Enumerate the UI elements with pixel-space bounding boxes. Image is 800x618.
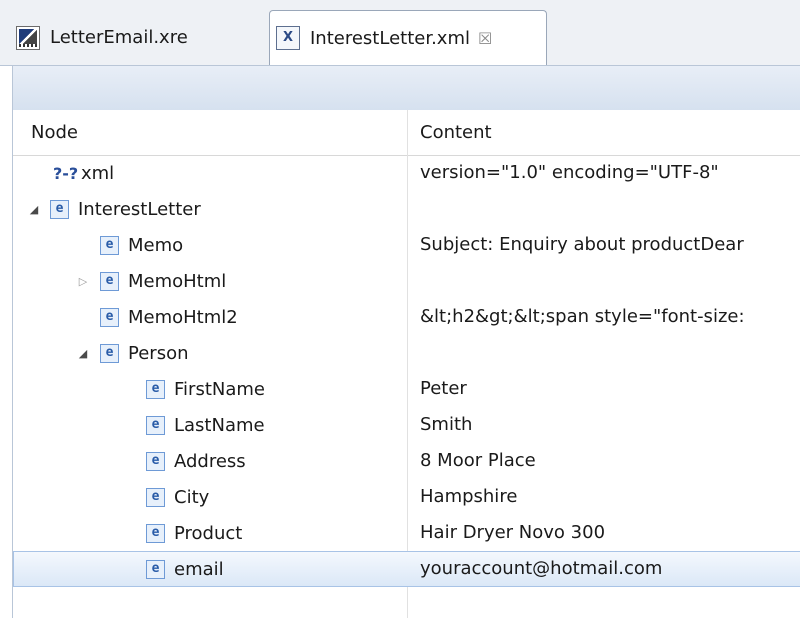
node-content: youraccount@hotmail.com (420, 558, 663, 579)
table-row[interactable]: ▷ e MemoHtml (13, 263, 800, 299)
node-label: xml (81, 162, 115, 184)
element-icon: e (146, 523, 165, 543)
table-row[interactable]: e FirstName Peter (13, 371, 800, 407)
node-label: MemoHtml (128, 270, 227, 292)
tab-label: LetterEmail.xre (50, 27, 188, 48)
table-row[interactable]: ?-? xml version="1.0" encoding="UTF-8" (13, 155, 800, 191)
report-file-icon (16, 25, 40, 50)
table-row[interactable]: ◢ e InterestLetter (13, 191, 800, 227)
node-content: Peter (420, 378, 467, 399)
node-content: version="1.0" encoding="UTF-8" (420, 162, 719, 183)
collapsed-arrow-icon[interactable]: ▷ (76, 275, 90, 288)
node-content: &lt;h2&gt;&lt;span style="font-size: (420, 306, 745, 327)
node-content: 8 Moor Place (420, 450, 536, 471)
node-label: FirstName (174, 378, 265, 400)
processing-instruction-icon: ?-? (53, 163, 79, 183)
node-content: Subject: Enquiry about productDear (420, 234, 744, 255)
close-icon[interactable]: ☒ (478, 29, 492, 48)
table-row[interactable]: e LastName Smith (13, 407, 800, 443)
element-icon: e (50, 199, 69, 219)
element-icon: e (146, 451, 165, 471)
table-row[interactable]: e Address 8 Moor Place (13, 443, 800, 479)
column-header-content[interactable]: Content (420, 110, 492, 155)
element-icon: e (146, 415, 165, 435)
table-row[interactable]: e MemoHtml2 &lt;h2&gt;&lt;span style="fo… (13, 299, 800, 335)
table-row[interactable]: ◢ e Person (13, 335, 800, 371)
tab-letteremail[interactable]: LetterEmail.xre (10, 10, 265, 65)
node-label: InterestLetter (78, 198, 201, 220)
element-icon: e (100, 235, 119, 255)
table-row-selected[interactable]: e email youraccount@hotmail.com (13, 551, 800, 587)
node-label: Person (128, 342, 189, 364)
table-row[interactable]: e Product Hair Dryer Novo 300 (13, 515, 800, 551)
node-content (420, 191, 800, 227)
xml-file-icon: X (276, 26, 300, 50)
node-label: MemoHtml2 (128, 306, 238, 328)
expanded-arrow-icon[interactable]: ◢ (27, 203, 41, 216)
tab-label: InterestLetter.xml (310, 27, 470, 49)
element-icon: e (100, 307, 119, 327)
editor-tab-strip: LetterEmail.xre X InterestLetter.xml ☒ (0, 0, 800, 66)
node-content (420, 263, 800, 299)
element-icon: e (146, 559, 165, 579)
tab-interestletter[interactable]: X InterestLetter.xml ☒ (269, 10, 547, 65)
table-row[interactable]: e Memo Subject: Enquiry about productDea… (13, 227, 800, 263)
node-label: Product (174, 522, 243, 544)
element-icon: e (100, 271, 119, 291)
node-label: LastName (174, 414, 265, 436)
xml-tree-table: Node Content ?-? xml version="1.0" encod… (12, 110, 800, 618)
node-label: Address (174, 450, 246, 472)
element-icon: e (146, 487, 165, 507)
element-icon: e (146, 379, 165, 399)
node-content (420, 335, 800, 371)
table-row[interactable]: e City Hampshire (13, 479, 800, 515)
node-content: Hampshire (420, 486, 518, 507)
node-content: Hair Dryer Novo 300 (420, 522, 606, 543)
expanded-arrow-icon[interactable]: ◢ (76, 347, 90, 360)
node-label: email (174, 558, 224, 580)
node-content: Smith (420, 414, 473, 435)
editor-toolbar (12, 66, 800, 110)
node-label: Memo (128, 234, 184, 256)
column-header-node[interactable]: Node (31, 110, 78, 155)
element-icon: e (100, 343, 119, 363)
node-label: City (174, 486, 210, 508)
